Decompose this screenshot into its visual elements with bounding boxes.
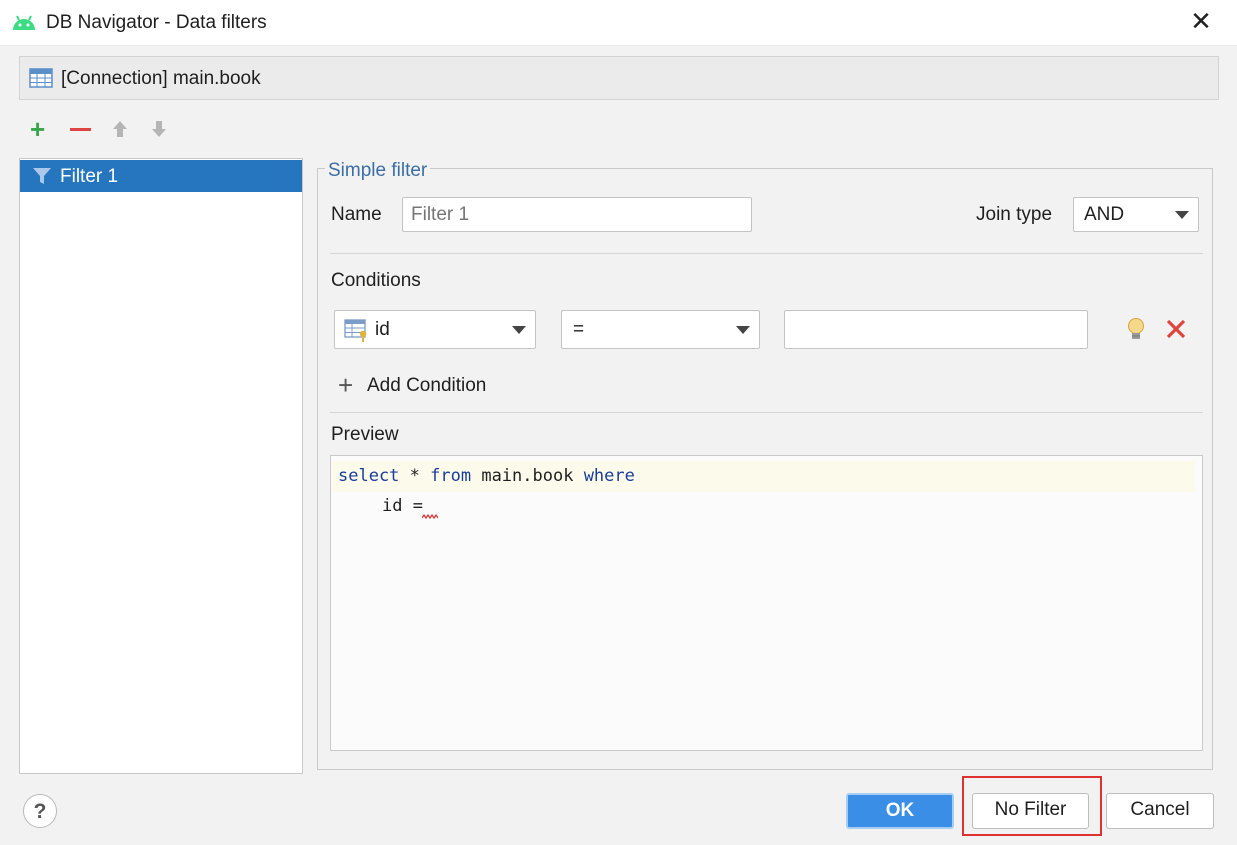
android-icon [13,15,35,30]
connection-label: [Connection] main.book [61,68,261,89]
filter-item-label: Filter 1 [60,166,119,187]
condition-operator-select[interactable] [561,310,760,349]
ok-button[interactable]: OK [846,793,954,829]
filter-list [19,158,303,774]
preview-label: Preview [331,424,399,445]
chevron-down-icon [736,326,750,334]
divider [330,412,1203,413]
sql-keyword: where [583,466,635,486]
arrow-up-icon[interactable] [110,119,130,139]
sql-text: * [399,466,431,486]
help-button[interactable]: ? [23,794,57,828]
cancel-button[interactable]: Cancel [1106,793,1214,829]
name-label: Name [331,204,382,225]
chevron-down-icon [1175,211,1189,219]
remove-condition-icon[interactable] [1165,318,1187,340]
sql-keyword: select [338,466,400,486]
preview-editor[interactable] [330,455,1203,751]
chevron-down-icon [512,326,526,334]
sql-keyword: from [430,466,472,486]
divider [330,253,1203,254]
plus-icon[interactable]: + [30,116,45,142]
lightbulb-icon[interactable] [1126,316,1146,344]
add-condition-link[interactable]: Add Condition [367,375,486,397]
filter-icon [33,168,51,184]
condition-column-value: id [375,319,390,340]
simple-filter-legend: Simple filter [325,160,431,182]
window-title: DB Navigator - Data filters [46,12,267,33]
condition-operator-value: = [573,319,585,340]
highlight-box [962,776,1102,836]
primary-key-column-icon [344,319,367,342]
error-squiggle [422,514,438,520]
condition-value-input[interactable] [784,310,1088,349]
table-icon [29,68,53,88]
join-type-value: AND [1084,204,1125,225]
name-input[interactable] [402,197,752,232]
preview-line-1: select * from main.book where [338,466,635,486]
conditions-label: Conditions [331,270,421,291]
minus-icon[interactable] [70,128,91,131]
add-icon[interactable]: + [338,372,353,398]
arrow-down-icon[interactable] [149,119,169,139]
preview-line-2: id = [382,496,423,516]
join-type-label: Join type [976,204,1053,225]
close-icon[interactable]: ✕ [1188,8,1214,34]
sql-text: main.book [471,466,584,486]
